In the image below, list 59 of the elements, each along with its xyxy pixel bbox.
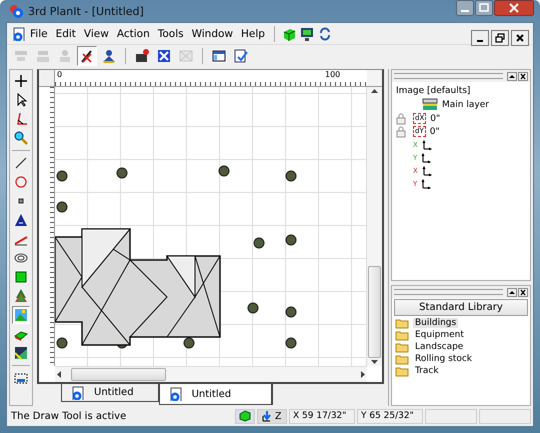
document-icon (70, 386, 84, 400)
menu-item[interactable]: View (80, 26, 112, 40)
status-pane (479, 408, 531, 424)
axes-icon (422, 166, 432, 176)
axes-icon (421, 178, 432, 188)
menu-item[interactable]: Window (188, 26, 236, 40)
menu-item[interactable]: Action (114, 26, 153, 40)
library-item[interactable]: Track (413, 366, 441, 376)
ruler-label: 100 (325, 70, 340, 79)
layer-name[interactable]: Main layer (442, 100, 489, 110)
document-tab[interactable]: Untitled (61, 384, 159, 402)
restore-button[interactable] (491, 30, 509, 46)
z-label: Z (275, 410, 282, 422)
lock-icon[interactable] (396, 112, 406, 124)
document-icon (168, 387, 182, 401)
collapse-icon[interactable] (507, 288, 517, 296)
scroll-left-icon[interactable] (55, 370, 63, 379)
maximize-button[interactable] (475, 0, 493, 16)
y-coordinate: Y 65 25/32" (357, 408, 423, 424)
menu-item[interactable]: File (27, 26, 51, 40)
minimize-button[interactable] (471, 30, 489, 46)
folder-icon (395, 342, 409, 352)
folder-icon (395, 354, 409, 364)
status-message: The Draw Tool is active (10, 410, 128, 422)
window-title: 3rd PlanIt - [Untitled] (28, 4, 145, 18)
x-coordinate: X 59 17/32" (289, 408, 355, 424)
layers-icon (422, 98, 438, 111)
menu-item[interactable]: Edit (52, 26, 79, 40)
library-item[interactable]: Buildings (413, 318, 458, 328)
scroll-thumb[interactable] (71, 368, 166, 381)
app-icon (8, 3, 24, 19)
close-button[interactable] (494, 0, 534, 16)
ruler-label: 0 (57, 70, 62, 79)
library-item[interactable]: Equipment (413, 330, 466, 340)
axes-icon (422, 140, 432, 150)
scroll-thumb[interactable] (368, 266, 381, 358)
library-item[interactable]: Rolling stock (413, 354, 474, 364)
arrow-icon (261, 410, 273, 422)
scroll-right-icon[interactable] (359, 370, 367, 379)
close-button[interactable] (511, 30, 529, 46)
menu-item[interactable]: Tools (154, 26, 187, 40)
folder-icon (395, 366, 409, 376)
menu-item[interactable]: Help (238, 26, 268, 40)
library-button[interactable]: Standard Library (394, 299, 528, 316)
library-item[interactable]: Landscape (413, 342, 466, 352)
offset-value[interactable]: 0" (430, 114, 440, 124)
close-icon[interactable] (518, 72, 528, 80)
status-pane (425, 408, 477, 424)
lock-icon[interactable] (396, 126, 406, 138)
document-icon (11, 26, 25, 40)
close-icon[interactable] (518, 288, 528, 296)
monitor-icon[interactable] (298, 26, 315, 42)
cube-icon (239, 410, 251, 422)
axes-icon (421, 152, 432, 162)
folder-icon (395, 330, 409, 340)
offset-value[interactable]: 0" (430, 126, 440, 136)
collapse-icon[interactable] (507, 72, 517, 80)
properties-title: Image [defaults] (396, 86, 470, 96)
document-tab[interactable]: Untitled (158, 384, 274, 405)
